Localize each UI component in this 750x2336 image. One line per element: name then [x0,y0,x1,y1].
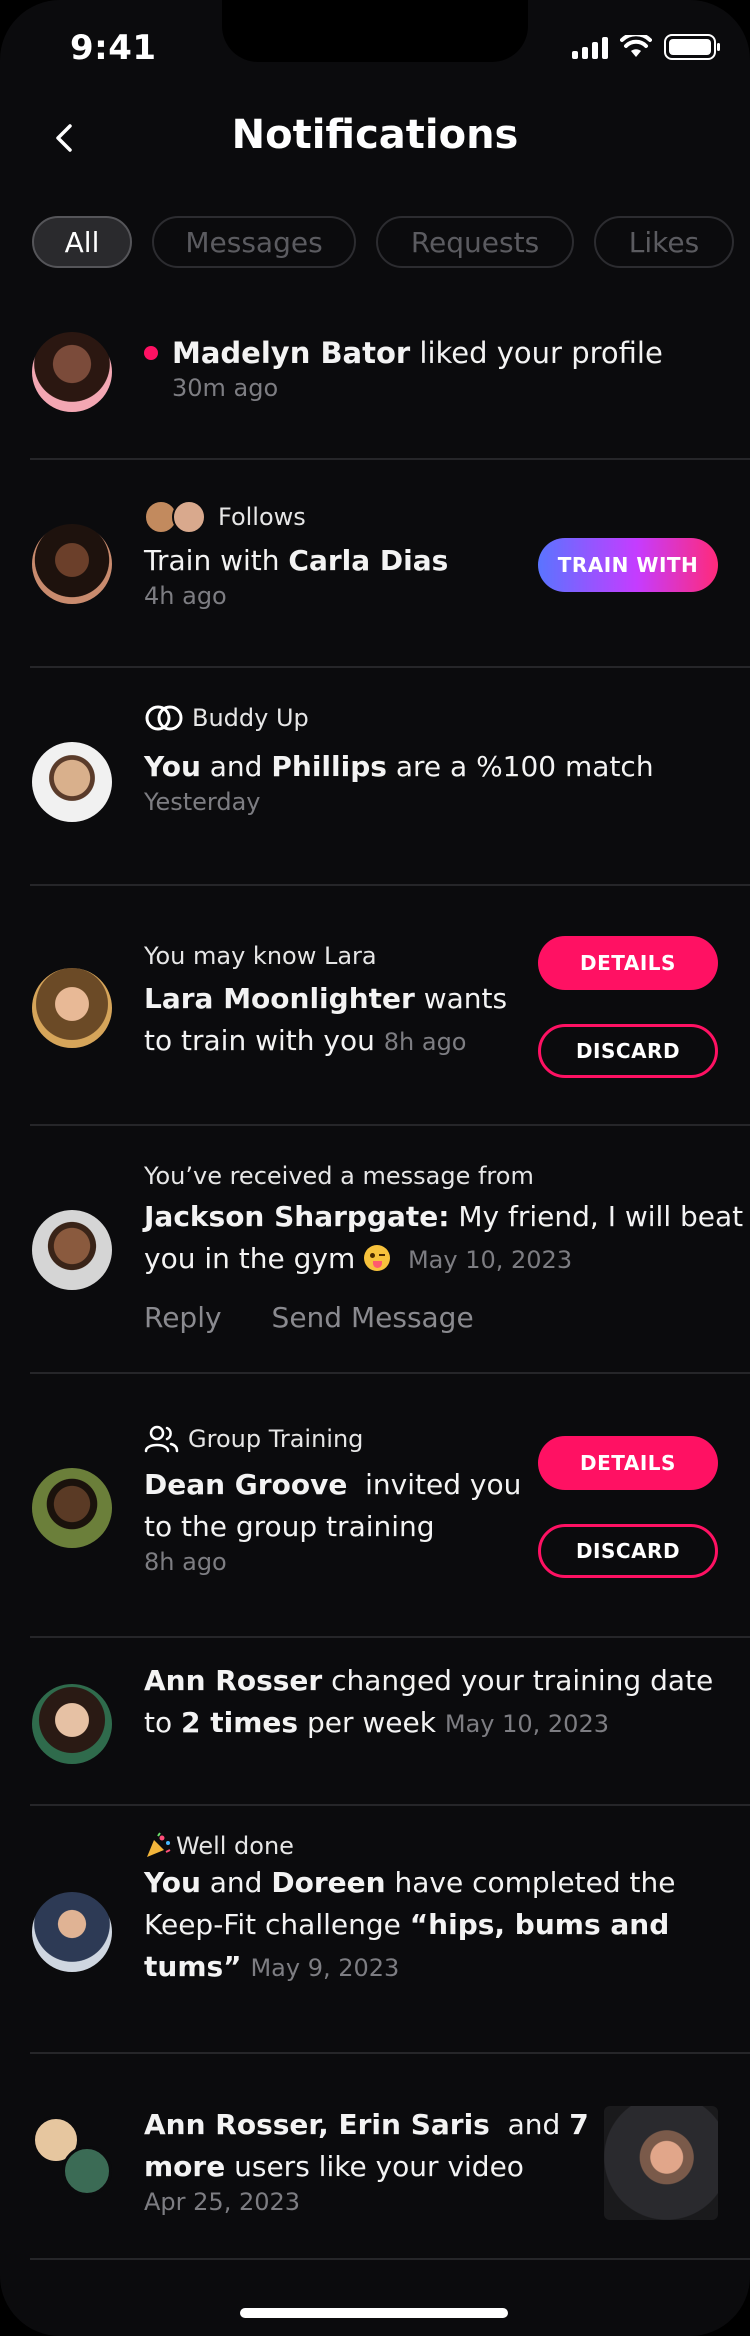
notification-follows[interactable]: Follows Train with Carla Dias 4h ago TRA… [30,460,750,668]
tab-messages[interactable]: Messages [152,216,356,268]
discard-button[interactable]: DISCARD [538,1024,718,1078]
notification-list: Madelyn Bator liked your profile 30m ago… [0,300,750,2260]
category-label: Group Training [188,1425,364,1453]
notification-text: and [489,2108,570,2141]
avatar [172,500,206,534]
user-name[interactable]: Doreen [271,1866,385,1899]
rings-icon [145,705,183,731]
notification-text: have completed the [385,1866,676,1899]
follower-avatars [144,500,208,534]
user-names[interactable]: Ann Rosser, Erin Saris [144,2108,490,2141]
details-button[interactable]: DETAILS [538,936,718,990]
notification-training-date[interactable]: Ann Rosser changed your training date to… [30,1638,750,1806]
notification-text: are a %100 match [386,750,654,783]
notification-text: changed your training date [322,1664,714,1697]
timestamp: May 10, 2023 [407,1246,573,1274]
notification-text: Train with [144,544,289,577]
notification-text: users like your video [225,2150,524,2183]
cellular-signal-icon [572,35,608,59]
avatar [62,2146,112,2196]
status-time: 9:41 [70,28,157,68]
train-with-button[interactable]: TRAIN WITH [538,538,718,592]
user-name[interactable]: Phillips [271,750,387,783]
notch [222,0,528,62]
user-name[interactable]: Dean Groove [144,1468,347,1501]
like-count: 7 [569,2108,589,2141]
page-title: Notifications [231,112,519,158]
notification-text: invited you [347,1468,522,1501]
notification-challenge-complete[interactable]: Well done You and Doreen have completed … [30,1806,750,2054]
notification-message[interactable]: You’ve received a message from Jackson S… [30,1126,750,1374]
video-thumbnail[interactable] [604,2106,718,2220]
tab-all[interactable]: All [32,216,132,268]
avatar [32,1892,112,1972]
category-label: Follows [218,503,306,531]
notification-you-may-know[interactable]: You may know Lara Lara Moonlighter wants… [30,886,750,1126]
timestamp: May 9, 2023 [250,1954,400,1982]
timestamp: May 10, 2023 [444,1710,609,1738]
notification-text: to the group training [144,1510,435,1543]
category-label: Well done [176,1832,294,1860]
group-icon [144,1425,179,1453]
winking-face-tongue-emoji [364,1245,391,1271]
category-label: You’ve received a message from [144,1162,534,1190]
send-message-button[interactable]: Send Message [272,1301,474,1334]
user-name[interactable]: Madelyn Bator [172,336,410,370]
timestamp: 4h ago [144,582,227,610]
timestamp: Yesterday [144,788,261,816]
more-label: more [144,2150,226,2183]
notification-text: and [200,1866,272,1899]
category-label: You may know Lara [144,942,377,970]
avatar [32,968,112,1048]
tab-requests[interactable]: Requests [376,216,574,268]
avatar [32,1468,112,1548]
timestamp: 8h ago [144,1548,227,1576]
notification-buddy-up[interactable]: Buddy Up You and Phillips are a %100 mat… [30,668,750,886]
header: Notifications [0,108,750,168]
reply-button[interactable]: Reply [144,1301,222,1334]
notification-like-profile[interactable]: Madelyn Bator liked your profile 30m ago [30,300,750,460]
user-name[interactable]: Carla Dias [288,544,448,577]
avatar [32,524,112,604]
avatar [32,332,112,412]
status-icons [572,34,720,60]
timestamp: 8h ago [383,1028,467,1056]
timestamp: Apr 25, 2023 [144,2188,301,2216]
battery-icon [664,34,720,60]
notification-text: wants [414,982,508,1015]
party-popper-icon [147,1832,171,1857]
timestamp: 30m ago [172,374,279,402]
you-label: You [144,1866,201,1899]
notification-group-training[interactable]: Group Training Dean Groove invited you t… [30,1374,750,1638]
avatar [32,1684,112,1764]
avatar [32,1210,112,1290]
notification-text: to [144,1706,182,1739]
phone-screen: 9:41 Notifications All Messages Requests… [0,0,750,2336]
wifi-icon [620,35,652,57]
filter-tabs: All Messages Requests Likes [32,216,734,268]
message-preview: My friend, I will beat [449,1200,744,1233]
notification-video-likes[interactable]: Ann Rosser, Erin Saris and 7 more users … [30,2054,750,2260]
tab-likes[interactable]: Likes [594,216,734,268]
details-button[interactable]: DETAILS [538,1436,718,1490]
category-label: Buddy Up [192,704,309,732]
notification-text: and [200,750,272,783]
home-indicator [240,2308,508,2318]
user-name[interactable]: Ann Rosser [144,1664,322,1697]
challenge-name: tums” [144,1950,242,1983]
notification-text: Keep-Fit challenge [144,1908,410,1941]
notification-text: liked your profile [410,336,663,370]
user-name[interactable]: Jackson Sharpgate: [144,1200,449,1233]
message-preview: you in the gym [144,1242,356,1275]
user-name[interactable]: Lara Moonlighter [144,982,415,1015]
notification-text: to train with you [144,1024,375,1057]
discard-button[interactable]: DISCARD [538,1524,718,1578]
you-label: You [144,750,201,783]
unread-dot [144,346,158,360]
notification-text: per week [298,1706,436,1739]
frequency-value: 2 times [181,1706,299,1739]
challenge-name: “hips, bums and [409,1908,670,1941]
avatar [32,742,112,822]
